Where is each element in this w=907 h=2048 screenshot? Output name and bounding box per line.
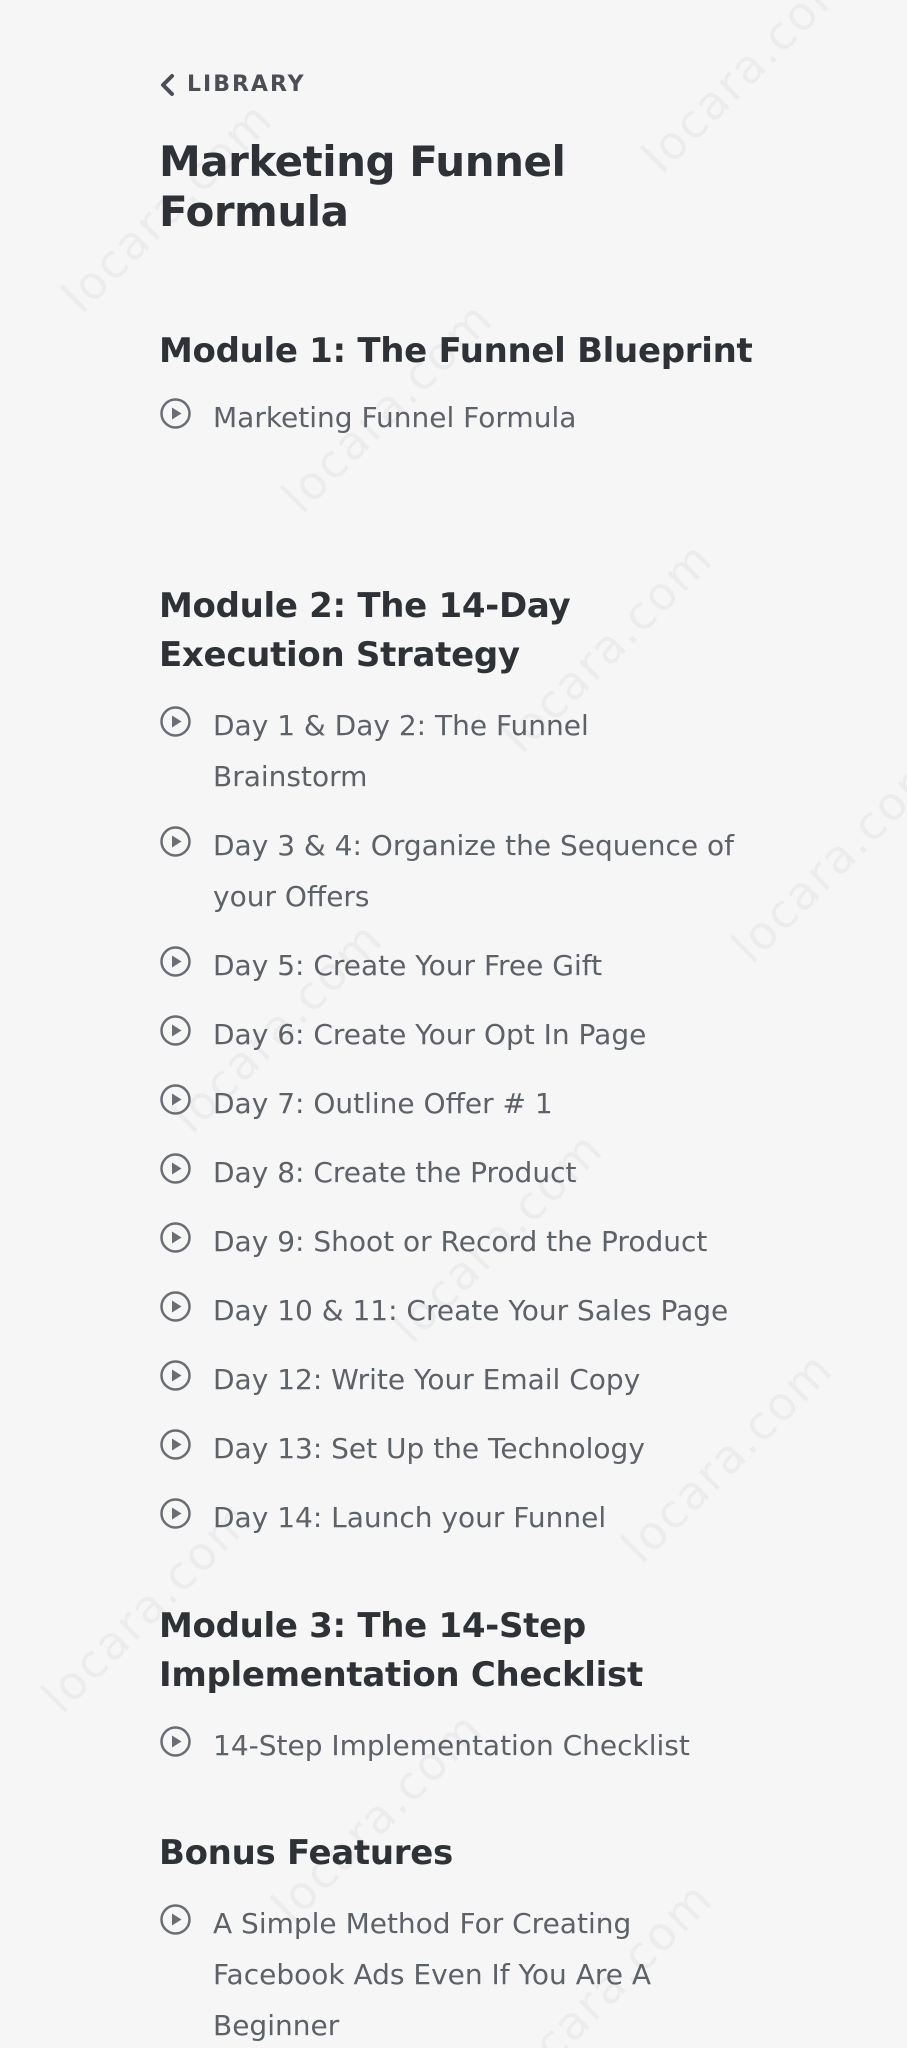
play-circle-icon xyxy=(160,946,191,977)
lesson-item[interactable]: 14-Step Implementation Checklist xyxy=(159,1720,759,1771)
play-circle-icon xyxy=(160,1498,191,1529)
play-circle-icon xyxy=(160,1904,191,1935)
lesson-title: Day 1 & Day 2: The Funnel Brainstorm xyxy=(213,709,589,793)
play-circle-icon xyxy=(160,826,191,857)
module-title: Module 2: The 14-Day Execution Strategy xyxy=(159,586,571,675)
lesson-title: Day 10 & 11: Create Your Sales Page xyxy=(213,1294,729,1327)
chevron-left-icon xyxy=(161,73,174,96)
lesson-item[interactable]: Day 1 & Day 2: The Funnel Brainstorm xyxy=(159,700,759,802)
lesson-title: 14-Step Implementation Checklist xyxy=(213,1729,690,1762)
lesson-item[interactable]: Day 7: Outline Offer # 1 xyxy=(159,1078,759,1129)
module-title: Bonus Features xyxy=(159,1833,453,1873)
lesson-list: Marketing Funnel Formula xyxy=(159,392,759,443)
play-circle-icon xyxy=(160,706,191,737)
module-1: Module 1: The Funnel Blueprint Marketing… xyxy=(159,327,759,443)
module-title: Module 1: The Funnel Blueprint xyxy=(159,331,753,371)
back-to-library-link[interactable]: LIBRARY xyxy=(159,72,306,97)
course-outline: LIBRARY Marketing Funnel Formula Module … xyxy=(159,72,759,2042)
lesson-item[interactable]: Day 10 & 11: Create Your Sales Page xyxy=(159,1285,759,1336)
lesson-item[interactable]: Day 6: Create Your Opt In Page xyxy=(159,1009,759,1060)
back-link-label: LIBRARY xyxy=(187,72,306,97)
lesson-title: Marketing Funnel Formula xyxy=(213,401,577,434)
lesson-item[interactable]: Day 12: Write Your Email Copy xyxy=(159,1354,759,1405)
lesson-title: A Simple Method For Creating Facebook Ad… xyxy=(213,1907,652,2042)
lesson-item[interactable]: Day 13: Set Up the Technology xyxy=(159,1423,759,1474)
lesson-title: Day 8: Create the Product xyxy=(213,1156,577,1189)
module-2: Module 2: The 14-Day Execution Strategy … xyxy=(159,582,759,1543)
lesson-title: Day 14: Launch your Funnel xyxy=(213,1501,607,1534)
play-circle-icon xyxy=(160,1429,191,1460)
play-circle-icon xyxy=(160,1153,191,1184)
lesson-title: Day 13: Set Up the Technology xyxy=(213,1432,645,1465)
lesson-title: Day 6: Create Your Opt In Page xyxy=(213,1018,647,1051)
play-circle-icon xyxy=(160,1360,191,1391)
module-bonus: Bonus Features A Simple Method For Creat… xyxy=(159,1829,759,2048)
lesson-list: A Simple Method For Creating Facebook Ad… xyxy=(159,1898,759,2048)
lesson-list: Day 1 & Day 2: The Funnel Brainstorm Day… xyxy=(159,700,759,1543)
lesson-item[interactable]: Marketing Funnel Formula xyxy=(159,392,759,443)
play-circle-icon xyxy=(160,398,191,429)
play-circle-icon xyxy=(160,1291,191,1322)
module-title: Module 3: The 14-Step Implementation Che… xyxy=(159,1606,643,1695)
lesson-item[interactable]: Day 5: Create Your Free Gift xyxy=(159,940,759,991)
lesson-item[interactable]: Day 8: Create the Product xyxy=(159,1147,759,1198)
play-circle-icon xyxy=(160,1222,191,1253)
lesson-title: Day 12: Write Your Email Copy xyxy=(213,1363,641,1396)
lesson-list: 14-Step Implementation Checklist xyxy=(159,1720,759,1771)
lesson-item[interactable]: Day 3 & 4: Organize the Sequence of your… xyxy=(159,820,759,922)
lesson-item[interactable]: Day 14: Launch your Funnel xyxy=(159,1492,759,1543)
lesson-item[interactable]: A Simple Method For Creating Facebook Ad… xyxy=(159,1898,759,2048)
lesson-title: Day 5: Create Your Free Gift xyxy=(213,949,603,982)
module-3: Module 3: The 14-Step Implementation Che… xyxy=(159,1602,759,1771)
lesson-item[interactable]: Day 9: Shoot or Record the Product xyxy=(159,1216,759,1267)
lesson-title: Day 3 & 4: Organize the Sequence of your… xyxy=(213,829,734,913)
lesson-title: Day 9: Shoot or Record the Product xyxy=(213,1225,708,1258)
play-circle-icon xyxy=(160,1726,191,1757)
play-circle-icon xyxy=(160,1084,191,1115)
page-title: Marketing Funnel Formula xyxy=(159,136,566,236)
play-circle-icon xyxy=(160,1015,191,1046)
lesson-title: Day 7: Outline Offer # 1 xyxy=(213,1087,553,1120)
